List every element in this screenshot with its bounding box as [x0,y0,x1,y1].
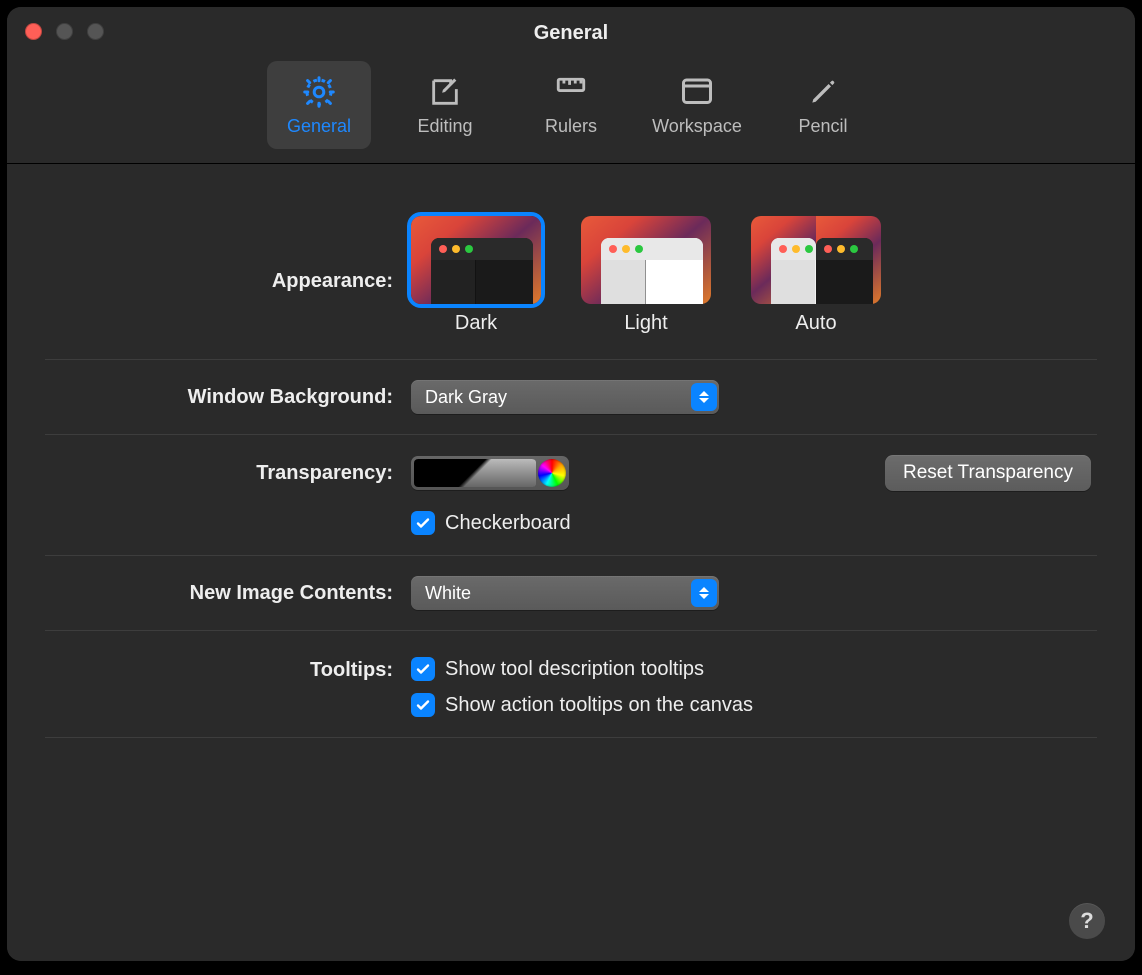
tab-general[interactable]: General [267,61,371,149]
appearance-light-label: Light [624,312,667,335]
checkerboard-label: Checkerboard [445,512,571,535]
pencil-icon [805,74,841,110]
checkbox-checked-icon [411,657,435,681]
appearance-auto-label: Auto [795,312,836,335]
preferences-toolbar: General Editing Rulers [7,55,1135,164]
chevron-up-down-icon [691,383,717,411]
workspace-icon [679,74,715,110]
tab-editing[interactable]: Editing [393,61,497,149]
transparency-color-well[interactable] [411,456,569,490]
tab-rulers[interactable]: Rulers [519,61,623,149]
tab-label: Workspace [652,116,742,137]
help-icon: ? [1080,908,1093,934]
appearance-options: Dark Light [411,216,881,335]
transparency-swatch [414,459,536,487]
window-title: General [534,22,608,45]
new-image-contents-row: New Image Contents: White [45,556,1097,630]
show-tool-description-checkbox[interactable]: Show tool description tooltips [411,657,704,681]
new-image-contents-select[interactable]: White [411,576,719,610]
titlebar: General [7,7,1135,55]
tooltips-label: Tooltips: [45,657,411,682]
transparency-label: Transparency: [45,462,411,485]
gear-icon [301,74,337,110]
window-background-value: Dark Gray [425,387,691,408]
help-button[interactable]: ? [1069,903,1105,939]
tooltip-action-label: Show action tooltips on the canvas [445,694,753,717]
tooltips-row: Tooltips: Show tool description tooltips… [45,631,1097,737]
tab-label: Pencil [798,116,847,137]
window-background-row: Window Background: Dark Gray [45,360,1097,434]
appearance-option-dark[interactable]: Dark [411,216,541,335]
edit-square-icon [427,74,463,110]
preferences-window: General General Editing [7,7,1135,961]
ruler-icon [553,74,589,110]
close-window-button[interactable] [25,23,42,40]
checkbox-checked-icon [411,693,435,717]
chevron-up-down-icon [691,579,717,607]
content-area: Appearance: Dark Light [7,164,1135,961]
tab-pencil[interactable]: Pencil [771,61,875,149]
reset-transparency-label: Reset Transparency [903,462,1073,484]
appearance-option-auto[interactable]: Auto [751,216,881,335]
checkerboard-row: Checkerboard [45,511,1097,555]
new-image-contents-value: White [425,583,691,604]
appearance-dark-label: Dark [455,312,497,335]
appearance-option-light[interactable]: Light [581,216,711,335]
reset-transparency-button[interactable]: Reset Transparency [885,455,1091,491]
appearance-label: Appearance: [45,216,411,293]
window-background-label: Window Background: [45,386,411,409]
tab-label: Editing [417,116,472,137]
show-action-tooltips-checkbox[interactable]: Show action tooltips on the canvas [411,693,753,717]
tab-label: Rulers [545,116,597,137]
checkbox-checked-icon [411,511,435,535]
zoom-window-button[interactable] [87,23,104,40]
traffic-lights [25,23,104,40]
minimize-window-button[interactable] [56,23,73,40]
tab-label: General [287,116,351,137]
appearance-row: Appearance: Dark Light [45,188,1097,359]
new-image-contents-label: New Image Contents: [45,582,411,605]
checkerboard-checkbox[interactable]: Checkerboard [411,511,571,535]
window-background-select[interactable]: Dark Gray [411,380,719,414]
tooltip-desc-label: Show tool description tooltips [445,658,704,681]
tab-workspace[interactable]: Workspace [645,61,749,149]
transparency-row: Transparency: Reset Transparency [45,435,1097,511]
color-picker-icon[interactable] [538,459,566,487]
